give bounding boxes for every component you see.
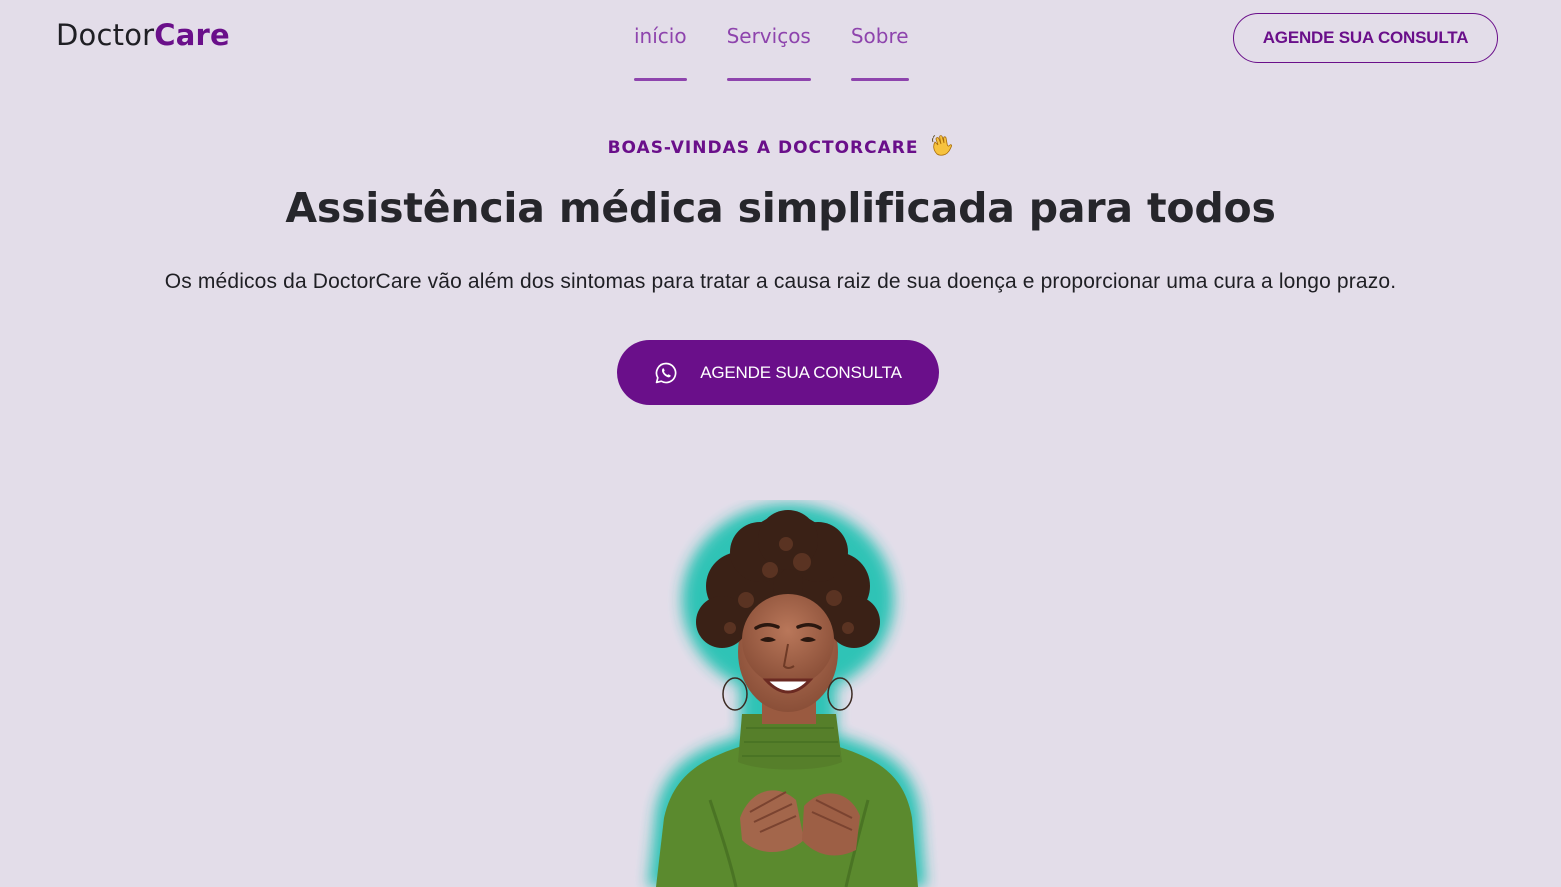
hero-eyebrow: BOAS-VINDAS A DOCTORCARE	[0, 134, 1561, 164]
hero-eyebrow-text: BOAS-VINDAS A DOCTORCARE	[607, 138, 919, 158]
nav-underline	[634, 78, 687, 81]
main-nav: início Serviços Sobre	[634, 22, 909, 81]
hero-schedule-label: AGENDE SUA CONSULTA	[700, 362, 902, 382]
nav-underline	[850, 78, 909, 81]
nav-link-label: Serviços	[726, 24, 811, 48]
header-schedule-button[interactable]: AGENDE SUA CONSULTA	[1233, 13, 1498, 63]
nav-link-inicio[interactable]: início	[634, 22, 687, 81]
hero-schedule-button[interactable]: AGENDE SUA CONSULTA	[617, 340, 939, 405]
hero-description: Os médicos da DoctorCare vão além dos si…	[164, 270, 1397, 293]
nav-underline	[726, 78, 811, 81]
logo[interactable]: DoctorCare	[56, 18, 230, 52]
hero-portrait-image	[648, 504, 926, 887]
whatsapp-icon	[655, 362, 677, 383]
header-schedule-label: AGENDE SUA CONSULTA	[1262, 28, 1469, 47]
logo-accent-text: Care	[154, 18, 230, 52]
nav-link-sobre[interactable]: Sobre	[850, 22, 909, 81]
waving-hand-icon	[931, 134, 953, 164]
hero-title: Assistência médica simplificada para tod…	[285, 184, 1276, 232]
logo-text: Doctor	[56, 18, 155, 52]
nav-link-label: Sobre	[850, 24, 909, 48]
nav-link-servicos[interactable]: Serviços	[726, 22, 811, 81]
nav-link-label: início	[634, 24, 687, 48]
